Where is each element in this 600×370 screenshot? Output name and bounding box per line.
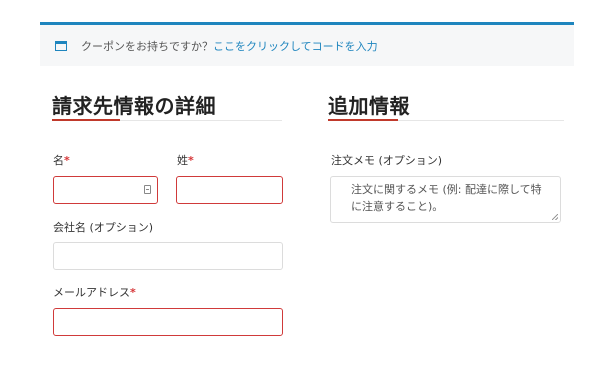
window-icon bbox=[55, 40, 67, 51]
company-input[interactable] bbox=[53, 242, 283, 270]
autofill-icon[interactable] bbox=[144, 185, 151, 194]
first-name-input[interactable] bbox=[53, 176, 158, 204]
email-label: メールアドレス* bbox=[53, 286, 136, 299]
additional-title: 追加情報 bbox=[328, 94, 410, 118]
billing-title-accent bbox=[52, 119, 120, 121]
first-name-label: 名* bbox=[53, 154, 70, 167]
coupon-link[interactable]: ここをクリックしてコードを入力 bbox=[213, 38, 378, 54]
additional-title-accent bbox=[328, 119, 398, 121]
coupon-notice: クーポンをお持ちですか？ ここをクリックしてコードを入力 bbox=[40, 22, 574, 66]
email-input[interactable] bbox=[53, 308, 283, 336]
order-notes-textarea[interactable]: 注文に関するメモ (例: 配達に際して特に注意すること)。 bbox=[330, 176, 561, 223]
required-mark: * bbox=[188, 154, 194, 167]
last-name-input[interactable] bbox=[176, 176, 283, 204]
required-mark: * bbox=[64, 154, 70, 167]
company-label: 会社名 (オプション) bbox=[53, 221, 154, 234]
last-name-label: 姓* bbox=[177, 154, 194, 167]
resize-handle-icon[interactable] bbox=[552, 214, 558, 220]
coupon-notice-text: クーポンをお持ちですか？ bbox=[81, 39, 213, 53]
required-mark: * bbox=[130, 286, 136, 299]
order-notes-placeholder: 注文に関するメモ (例: 配達に際して特に注意すること)。 bbox=[351, 183, 542, 213]
billing-title: 請求先情報の詳細 bbox=[52, 94, 216, 118]
order-notes-label: 注文メモ (オプション) bbox=[331, 154, 443, 167]
